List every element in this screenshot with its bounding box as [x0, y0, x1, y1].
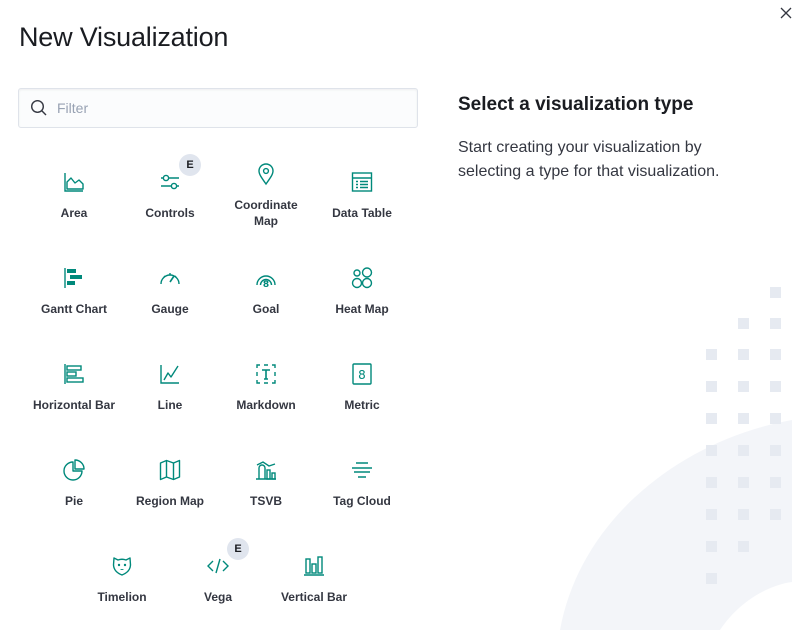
vis-type-heat-map[interactable]: Heat Map	[314, 256, 410, 346]
vis-type-label: Coordinate Map	[234, 198, 298, 228]
close-icon	[780, 7, 792, 19]
vis-type-label: Metric	[344, 398, 380, 412]
vis-type-label: Horizontal Bar	[32, 398, 115, 412]
markdown-icon	[254, 362, 278, 386]
search-box[interactable]	[18, 88, 418, 128]
vis-type-vega[interactable]: Vega E	[170, 538, 266, 630]
gantt-chart-icon	[62, 266, 86, 290]
goal-icon: 8	[254, 266, 278, 290]
gauge-icon	[158, 266, 182, 290]
vis-type-label: Vertical Bar	[280, 590, 348, 604]
vis-type-line[interactable]: Line	[122, 352, 218, 442]
heat-map-icon	[350, 266, 374, 290]
controls-icon	[158, 170, 182, 194]
data-table-icon	[350, 170, 374, 194]
vis-type-controls[interactable]: Controls E	[122, 154, 218, 250]
modal-title: New Visualization	[19, 22, 229, 52]
vis-type-pie[interactable]: Pie	[26, 448, 122, 538]
line-chart-icon	[158, 362, 182, 386]
vis-type-area[interactable]: Area	[26, 160, 122, 250]
vis-type-gantt-chart[interactable]: Gantt Chart	[26, 256, 122, 346]
tag-cloud-icon	[350, 458, 374, 482]
vis-type-vertical-bar[interactable]: Vertical Bar	[266, 544, 362, 630]
vis-type-label: TSVB	[249, 494, 282, 508]
vis-type-label: Data Table	[332, 206, 392, 220]
vis-type-gauge[interactable]: Gauge	[122, 256, 218, 346]
tsvb-icon	[254, 458, 278, 482]
vis-type-label: Timelion	[97, 590, 147, 604]
vis-type-label: Gauge	[151, 302, 189, 316]
vis-type-goal[interactable]: 8 Goal	[218, 256, 314, 346]
vis-type-data-table[interactable]: Data Table	[314, 160, 410, 250]
vis-type-timelion[interactable]: Timelion	[74, 544, 170, 630]
region-map-icon	[158, 458, 182, 482]
vis-type-label: Area	[60, 206, 88, 220]
vis-type-tsvb[interactable]: TSVB	[218, 448, 314, 538]
vega-code-icon	[206, 554, 230, 578]
vis-type-label: Line	[157, 398, 183, 412]
vis-type-label: Region Map	[136, 494, 204, 508]
vis-type-horizontal-bar[interactable]: Horizontal Bar	[26, 352, 122, 442]
metric-icon: 8	[350, 362, 374, 386]
experimental-badge: E	[179, 154, 201, 176]
side-panel-title: Select a visualization type	[458, 94, 694, 115]
vertical-bar-icon	[302, 554, 326, 578]
search-input[interactable]	[57, 89, 407, 127]
side-panel-description: Start creating your visualization by sel…	[458, 139, 720, 180]
map-pin-icon	[254, 162, 278, 186]
vis-type-markdown[interactable]: Markdown	[218, 352, 314, 442]
vis-type-label: Pie	[64, 494, 83, 508]
vis-type-tag-cloud[interactable]: Tag Cloud	[314, 448, 410, 538]
vis-type-coordinate-map[interactable]: Coordinate Map	[218, 160, 314, 250]
svg-text:8: 8	[263, 280, 269, 290]
experimental-badge: E	[227, 538, 249, 560]
area-chart-icon	[62, 170, 86, 194]
vis-type-label: Controls	[145, 206, 195, 220]
vis-type-region-map[interactable]: Region Map	[122, 448, 218, 538]
vis-type-label: Gantt Chart	[41, 302, 107, 316]
vis-type-label: Goal	[252, 302, 280, 316]
horizontal-bar-icon	[62, 362, 86, 386]
vis-type-label: Tag Cloud	[333, 494, 391, 508]
vis-type-metric[interactable]: 8 Metric	[314, 352, 410, 442]
search-icon	[30, 99, 47, 116]
vis-type-label: Markdown	[236, 398, 296, 412]
close-button[interactable]	[778, 5, 792, 21]
timelion-icon	[110, 554, 134, 578]
vis-type-label: Vega	[203, 590, 233, 604]
svg-text:8: 8	[358, 368, 366, 382]
vis-type-label: Heat Map	[335, 302, 389, 316]
pie-chart-icon	[62, 458, 86, 482]
